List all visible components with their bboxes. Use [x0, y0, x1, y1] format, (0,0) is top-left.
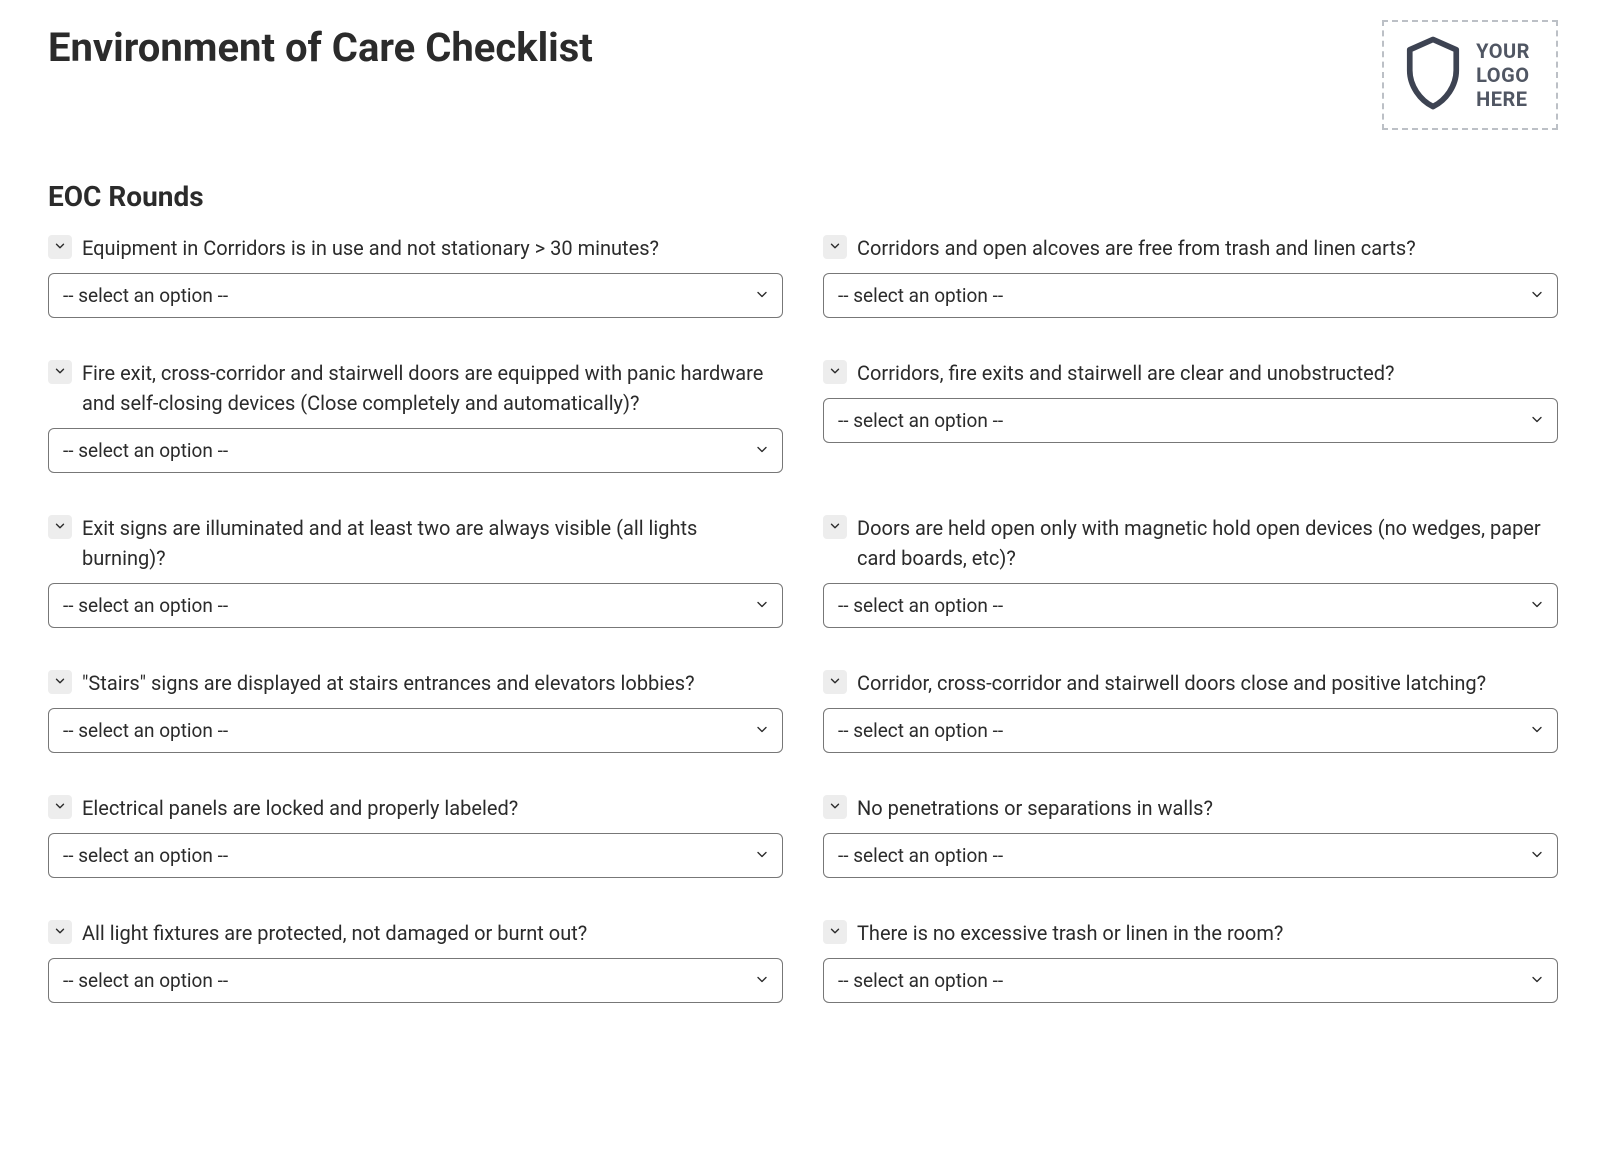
chevron-down-icon [828, 923, 842, 942]
answer-select[interactable]: -- select an option -- [48, 958, 783, 1003]
chevron-down-icon [828, 363, 842, 382]
checklist-item: There is no excessive trash or linen in … [823, 918, 1558, 1003]
question-text: Exit signs are illuminated and at least … [82, 513, 783, 573]
chevron-down-icon [1529, 594, 1545, 617]
logo-text-line: LOGO [1476, 63, 1530, 87]
expand-toggle[interactable] [48, 515, 72, 539]
checklist-item: All light fixtures are protected, not da… [48, 918, 783, 1003]
answer-select[interactable]: -- select an option -- [823, 958, 1558, 1003]
checklist-item: "Stairs" signs are displayed at stairs e… [48, 668, 783, 753]
checklist-row: "Stairs" signs are displayed at stairs e… [48, 668, 1558, 775]
answer-select[interactable]: -- select an option -- [823, 273, 1558, 318]
chevron-down-icon [754, 969, 770, 992]
chevron-down-icon [828, 673, 842, 692]
checklist-item: Corridors, fire exits and stairwell are … [823, 358, 1558, 443]
question-text: Corridors and open alcoves are free from… [857, 233, 1416, 263]
checklist-row: Exit signs are illuminated and at least … [48, 513, 1558, 650]
chevron-down-icon [754, 284, 770, 307]
chevron-down-icon [53, 673, 67, 692]
checklist-item: No penetrations or separations in walls?… [823, 793, 1558, 878]
answer-select[interactable]: -- select an option -- [48, 583, 783, 628]
select-value: -- select an option -- [63, 594, 228, 617]
expand-toggle[interactable] [823, 515, 847, 539]
question-text: Corridor, cross-corridor and stairwell d… [857, 668, 1486, 698]
select-value: -- select an option -- [838, 719, 1003, 742]
chevron-down-icon [754, 719, 770, 742]
section-title: EOC Rounds [48, 180, 1558, 213]
checklist-item: Fire exit, cross-corridor and stairwell … [48, 358, 783, 473]
select-value: -- select an option -- [838, 284, 1003, 307]
chevron-down-icon [754, 439, 770, 462]
chevron-down-icon [828, 798, 842, 817]
expand-toggle[interactable] [48, 360, 72, 384]
chevron-down-icon [1529, 284, 1545, 307]
logo-text-line: YOUR [1476, 39, 1530, 63]
chevron-down-icon [53, 923, 67, 942]
chevron-down-icon [754, 594, 770, 617]
expand-toggle[interactable] [48, 795, 72, 819]
checklist-item: Equipment in Corridors is in use and not… [48, 233, 783, 318]
expand-toggle[interactable] [823, 235, 847, 259]
chevron-down-icon [1529, 969, 1545, 992]
question-text: Electrical panels are locked and properl… [82, 793, 518, 823]
checklist-row: Fire exit, cross-corridor and stairwell … [48, 358, 1558, 495]
checklist-rows: Equipment in Corridors is in use and not… [48, 233, 1558, 1025]
shield-icon [1402, 36, 1464, 114]
expand-toggle[interactable] [823, 670, 847, 694]
chevron-down-icon [53, 798, 67, 817]
expand-toggle[interactable] [823, 920, 847, 944]
select-value: -- select an option -- [63, 439, 228, 462]
question-text: Fire exit, cross-corridor and stairwell … [82, 358, 783, 418]
answer-select[interactable]: -- select an option -- [48, 428, 783, 473]
answer-select[interactable]: -- select an option -- [823, 708, 1558, 753]
expand-toggle[interactable] [48, 670, 72, 694]
question-text: Equipment in Corridors is in use and not… [82, 233, 659, 263]
chevron-down-icon [1529, 719, 1545, 742]
checklist-row: Equipment in Corridors is in use and not… [48, 233, 1558, 340]
checklist-item: Exit signs are illuminated and at least … [48, 513, 783, 628]
select-value: -- select an option -- [63, 284, 228, 307]
chevron-down-icon [754, 844, 770, 867]
checklist-row: Electrical panels are locked and properl… [48, 793, 1558, 900]
question-text: All light fixtures are protected, not da… [82, 918, 587, 948]
answer-select[interactable]: -- select an option -- [823, 833, 1558, 878]
chevron-down-icon [53, 518, 67, 537]
chevron-down-icon [1529, 409, 1545, 432]
question-text: "Stairs" signs are displayed at stairs e… [82, 668, 695, 698]
select-value: -- select an option -- [838, 409, 1003, 432]
select-value: -- select an option -- [838, 969, 1003, 992]
chevron-down-icon [828, 518, 842, 537]
logo-placeholder: YOUR LOGO HERE [1382, 20, 1558, 130]
question-text: Doors are held open only with magnetic h… [857, 513, 1558, 573]
checklist-item: Electrical panels are locked and properl… [48, 793, 783, 878]
expand-toggle[interactable] [823, 360, 847, 384]
select-value: -- select an option -- [63, 969, 228, 992]
chevron-down-icon [828, 238, 842, 257]
checklist-item: Corridor, cross-corridor and stairwell d… [823, 668, 1558, 753]
answer-select[interactable]: -- select an option -- [48, 708, 783, 753]
question-text: No penetrations or separations in walls? [857, 793, 1213, 823]
answer-select[interactable]: -- select an option -- [823, 583, 1558, 628]
checklist-item: Doors are held open only with magnetic h… [823, 513, 1558, 628]
select-value: -- select an option -- [63, 844, 228, 867]
logo-text-line: HERE [1476, 87, 1530, 111]
answer-select[interactable]: -- select an option -- [823, 398, 1558, 443]
question-text: There is no excessive trash or linen in … [857, 918, 1283, 948]
answer-select[interactable]: -- select an option -- [48, 833, 783, 878]
page-title: Environment of Care Checklist [48, 24, 593, 71]
question-text: Corridors, fire exits and stairwell are … [857, 358, 1395, 388]
expand-toggle[interactable] [48, 235, 72, 259]
chevron-down-icon [53, 363, 67, 382]
select-value: -- select an option -- [63, 719, 228, 742]
chevron-down-icon [53, 238, 67, 257]
select-value: -- select an option -- [838, 844, 1003, 867]
select-value: -- select an option -- [838, 594, 1003, 617]
expand-toggle[interactable] [48, 920, 72, 944]
checklist-item: Corridors and open alcoves are free from… [823, 233, 1558, 318]
chevron-down-icon [1529, 844, 1545, 867]
expand-toggle[interactable] [823, 795, 847, 819]
checklist-row: All light fixtures are protected, not da… [48, 918, 1558, 1025]
answer-select[interactable]: -- select an option -- [48, 273, 783, 318]
